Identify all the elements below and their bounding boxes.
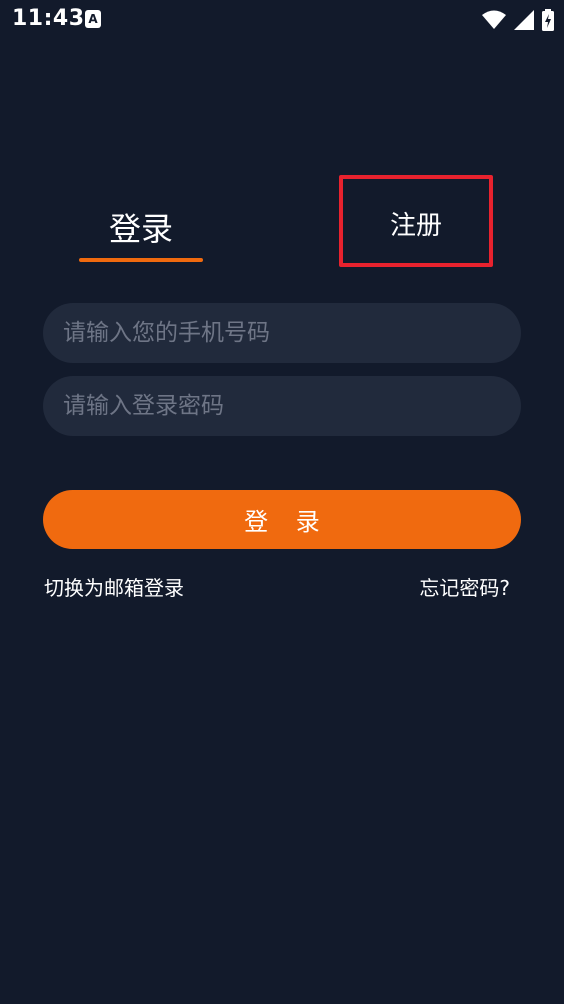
tab-login[interactable]: 登录 <box>80 204 202 250</box>
password-input[interactable] <box>61 392 521 420</box>
login-button[interactable]: 登 录 <box>43 490 521 549</box>
status-icons <box>482 8 554 32</box>
signal-icon <box>514 10 534 30</box>
switch-email-login-link[interactable]: 切换为邮箱登录 <box>44 572 184 601</box>
tab-register[interactable]: 注册 <box>339 205 493 242</box>
battery-charging-icon <box>542 9 554 31</box>
app-notification-icon: A <box>85 10 101 28</box>
phone-field[interactable] <box>43 303 521 363</box>
tab-login-underline <box>79 258 203 262</box>
forgot-password-link[interactable]: 忘记密码? <box>419 572 510 601</box>
status-time: 11:43 <box>12 6 85 31</box>
status-bar: 11:43 A <box>0 0 564 40</box>
phone-input[interactable] <box>61 319 521 347</box>
wifi-icon <box>482 10 506 29</box>
password-field[interactable] <box>43 376 521 436</box>
